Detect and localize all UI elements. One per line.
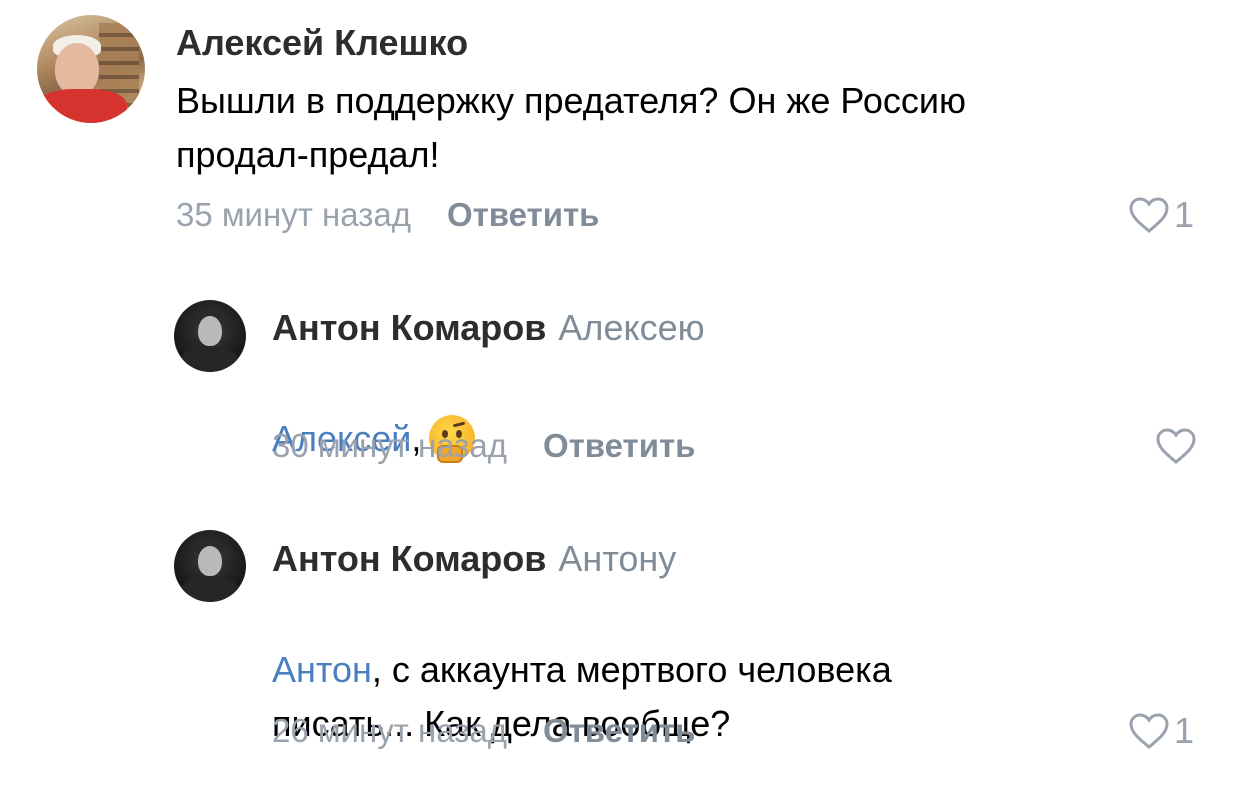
author-name[interactable]: Антон Комаров [272,538,546,579]
like-count: 1 [1174,710,1195,751]
heart-outline-icon [1129,713,1169,749]
reply-addressee[interactable]: Алексею [558,307,704,348]
reply: Антон Комаров Антону Антон, с аккаунта ме… [0,520,1242,785]
timestamp: 35 минут назад [176,196,411,233]
timestamp: 26 минут назад [272,712,507,749]
comment-text: Вышли в поддержку предателя? Он же Росси… [176,80,966,175]
reply-addressee[interactable]: Антону [558,538,676,579]
reply-button[interactable]: Ответить [447,196,600,233]
like-button[interactable] [1155,426,1197,466]
reply-meta: 26 минут назад Ответить [272,711,695,751]
author-name[interactable]: Алексей Клешко [176,22,468,63]
reply-header: Антон Комаров Антону [272,538,676,580]
like-button[interactable]: 1 [1128,711,1194,751]
timestamp: 30 минут назад [272,427,507,464]
reply-header: Антон Комаров Алексею [272,307,705,349]
avatar[interactable] [37,15,145,123]
author-name[interactable]: Антон Комаров [272,307,546,348]
avatar[interactable] [174,530,246,602]
avatar[interactable] [174,300,246,372]
mention-link[interactable]: Антон [272,649,372,690]
reply: Антон Комаров Алексею Алексей, 30 минут н… [0,290,1242,490]
reply-button[interactable]: Ответить [543,427,696,464]
comment-header: Алексей Клешко [176,22,468,64]
reply-meta: 30 минут назад Ответить [272,426,695,466]
comment-meta: 35 минут назад Ответить [176,195,599,235]
heart-outline-icon [1129,197,1169,233]
comment: Алексей Клешко Вышли в поддержку предате… [0,0,1242,260]
heart-outline-icon [1156,428,1196,464]
reply-button[interactable]: Ответить [543,712,696,749]
like-count: 1 [1174,194,1195,235]
like-button[interactable]: 1 [1128,195,1194,235]
